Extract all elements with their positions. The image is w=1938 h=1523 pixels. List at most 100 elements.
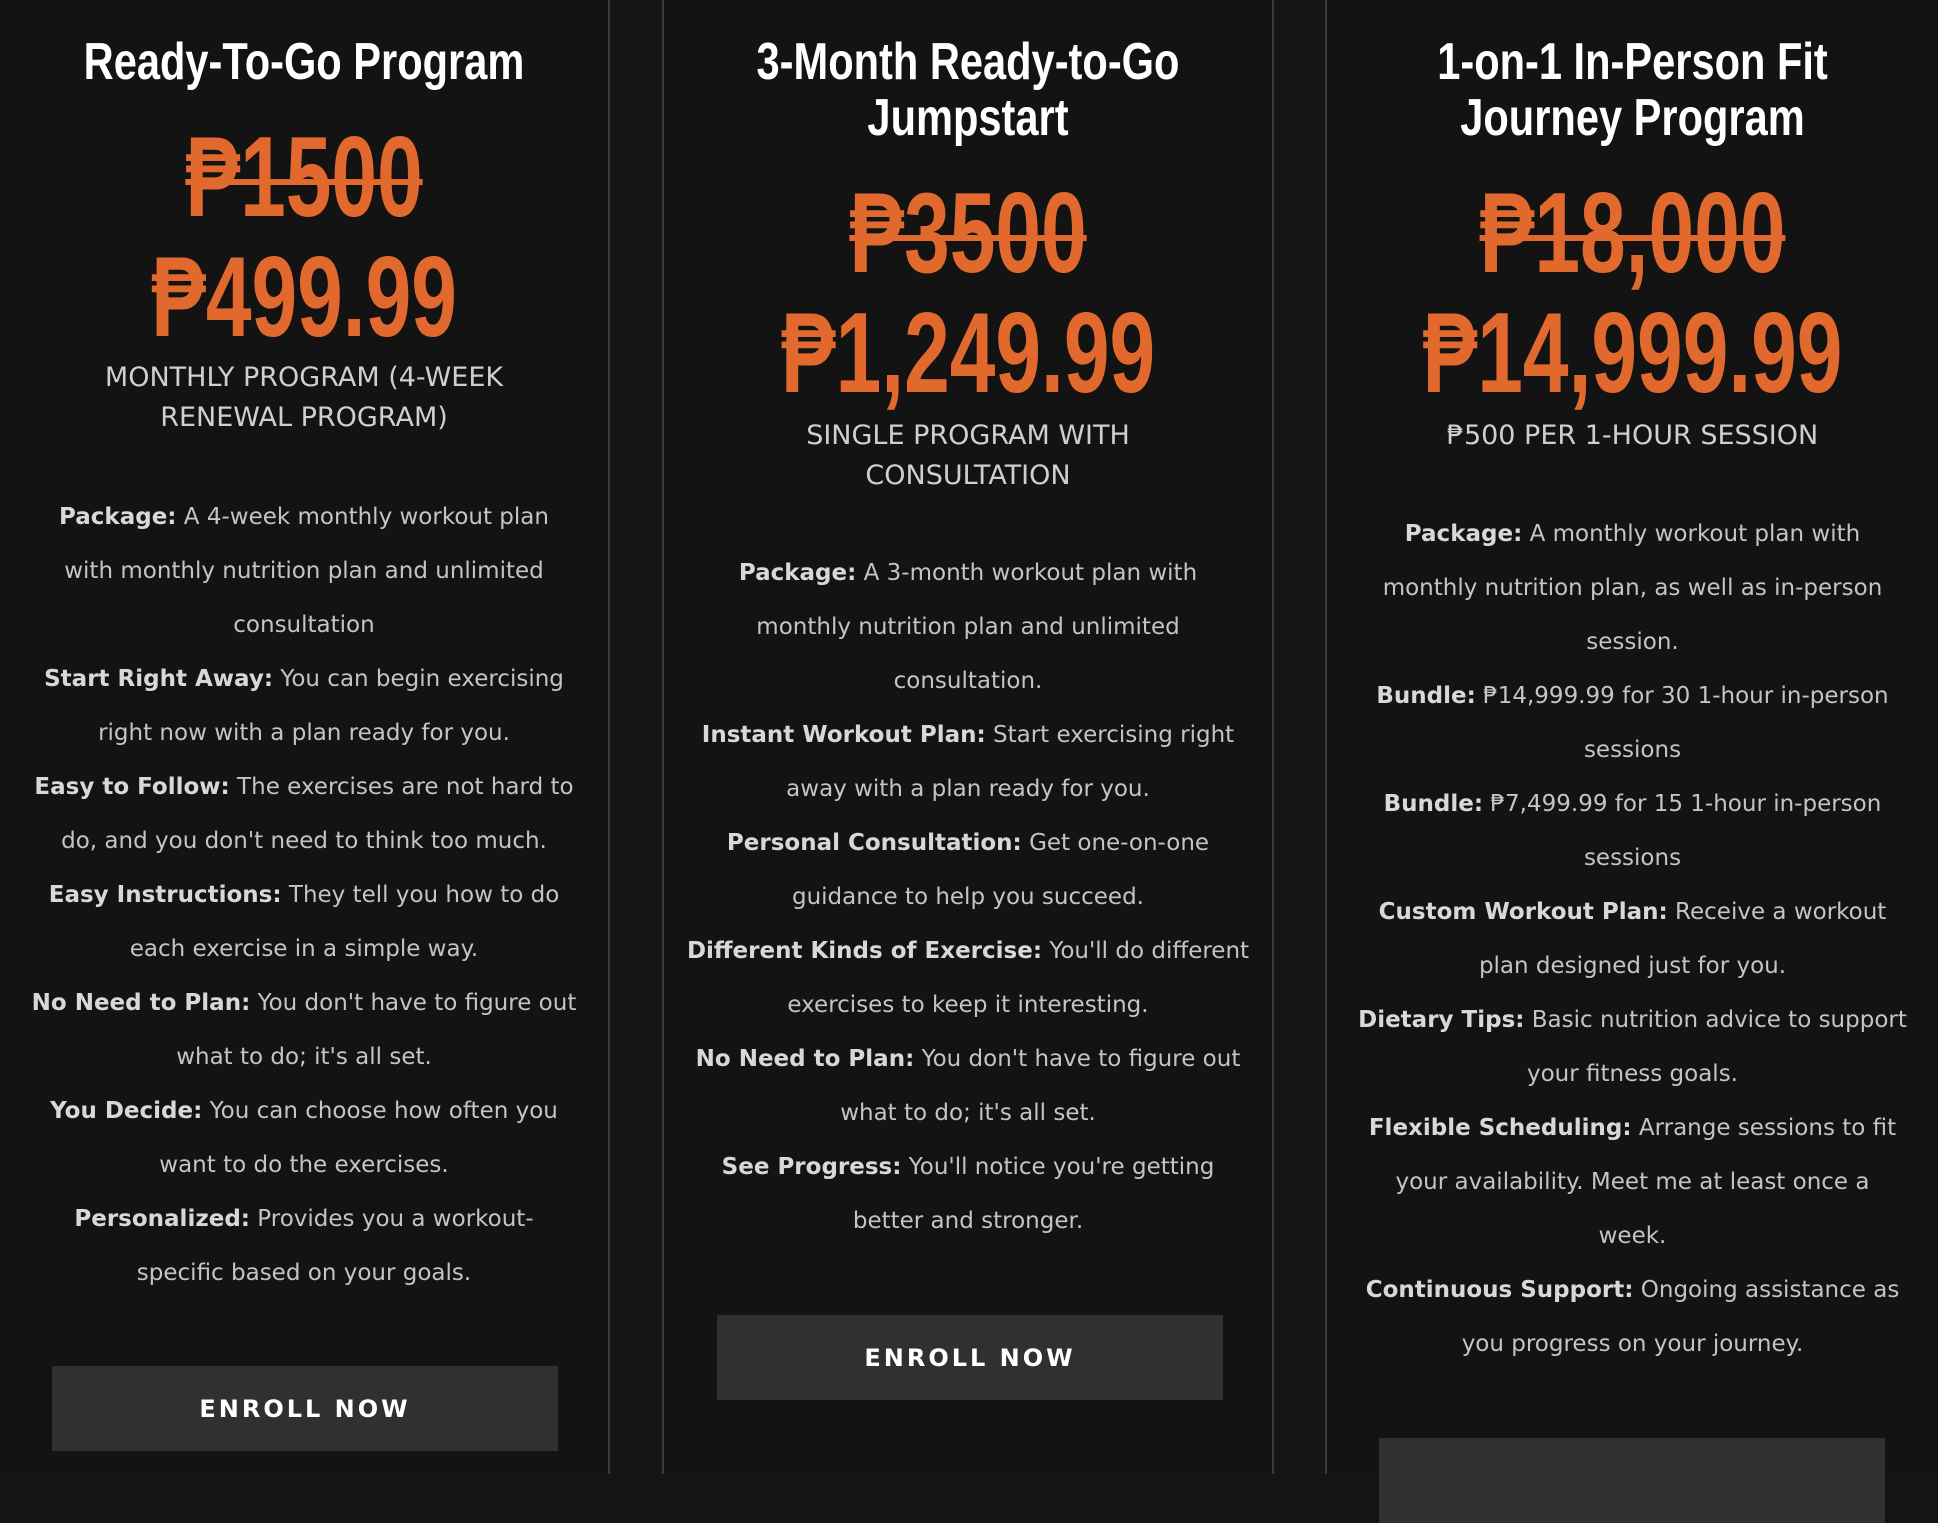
feature-line: Bundle: ₱14,999.99 for 30 1-hour in-pers… — [1327, 669, 1938, 723]
feature-text: do, and you don't need to think too much… — [61, 828, 547, 854]
feature-label: You Decide: — [50, 1098, 203, 1124]
feature-text: ₱7,499.99 for 15 1-hour in-person — [1483, 791, 1882, 817]
feature-text: want to do the exercises. — [159, 1152, 449, 1178]
feature-line: Easy to Follow: The exercises are not ha… — [0, 760, 608, 814]
pricing-card-3-month-jumpstart: 3-Month Ready-to-Go Jumpstart ₱3500 ₱1,249.… — [662, 0, 1274, 1474]
feature-text: specific based on your goals. — [136, 1260, 472, 1286]
feature-line: plan designed just for you. — [1327, 939, 1938, 993]
feature-line: No Need to Plan: You don't have to figur… — [0, 976, 608, 1030]
feature-text: guidance to help you succeed. — [791, 884, 1144, 910]
plan-title-line: Journey Program — [1460, 89, 1805, 147]
feature-text: consultation. — [893, 668, 1043, 694]
plan-subtitle-line: ₱500 PER 1-HOUR SESSION — [1446, 420, 1819, 451]
feature-text: They tell you how to do — [281, 882, 560, 908]
feature-text: what to do; it's all set. — [840, 1100, 1096, 1126]
feature-text: Get one-on-one — [1021, 830, 1210, 856]
feature-label: No Need to Plan: — [695, 1046, 915, 1072]
feature-line: Package: A monthly workout plan with — [1327, 507, 1938, 561]
enroll-now-button[interactable]: ENROLL NOW — [52, 1366, 558, 1451]
feature-text: each exercise in a simple way. — [129, 936, 479, 962]
feature-list: Package: A monthly workout plan with mont… — [1327, 507, 1938, 1371]
feature-text: Receive a workout — [1667, 899, 1887, 925]
enroll-now-button[interactable] — [1379, 1438, 1885, 1523]
plan-subtitle-line: MONTHLY PROGRAM (4-WEEK — [104, 362, 504, 393]
plan-subtitle-line: RENEWAL PROGRAM) — [160, 402, 448, 433]
plan-title: 1-on-1 In-Person Fit Journey Program — [1388, 34, 1877, 146]
feature-text: You'll notice you're getting — [901, 1154, 1215, 1180]
feature-line: consultation — [0, 598, 608, 652]
feature-line: what to do; it's all set. — [664, 1086, 1272, 1140]
feature-line: want to do the exercises. — [0, 1138, 608, 1192]
feature-text: monthly nutrition plan and unlimited — [756, 614, 1180, 640]
feature-label: Bundle: — [1376, 683, 1476, 709]
feature-line: consultation. — [664, 654, 1272, 708]
feature-line: better and stronger. — [664, 1194, 1272, 1248]
pricing-card-ready-to-go: Ready-To-Go Program ₱1500 ₱499.99 MONTHLY P… — [0, 0, 610, 1474]
plan-subtitle: MONTHLY PROGRAM (4-WEEK RENEWAL PROGRAM) — [84, 358, 524, 438]
feature-text: better and stronger. — [852, 1208, 1084, 1234]
feature-label: Personal Consultation: — [726, 830, 1022, 856]
feature-label: Flexible Scheduling: — [1368, 1115, 1632, 1141]
feature-label: Easy to Follow: — [34, 774, 230, 800]
feature-line: No Need to Plan: You don't have to figur… — [664, 1032, 1272, 1086]
feature-line: Flexible Scheduling: Arrange sessions to… — [1327, 1101, 1938, 1155]
feature-line: session. — [1327, 615, 1938, 669]
feature-text: Arrange sessions to fit — [1631, 1115, 1897, 1141]
feature-label: Package: — [59, 504, 177, 530]
feature-text: you progress on your journey. — [1461, 1331, 1804, 1357]
feature-label: Start Right Away: — [44, 666, 274, 692]
feature-label: Package: — [1404, 521, 1523, 547]
plan-title-line: 1-on-1 In-Person Fit — [1437, 33, 1828, 91]
feature-text: The exercises are not hard to — [229, 774, 574, 800]
feature-text: Provides you a workout- — [249, 1206, 534, 1232]
feature-line: Continuous Support: Ongoing assistance a… — [1327, 1263, 1938, 1317]
plan-subtitle-line: CONSULTATION — [865, 460, 1071, 491]
feature-label: Instant Workout Plan: — [701, 722, 986, 748]
feature-text: You'll do different — [1042, 938, 1250, 964]
original-price: ₱18,000 — [1479, 170, 1786, 297]
feature-label: See Progress: — [721, 1154, 902, 1180]
feature-text: Basic nutrition advice to support — [1524, 1007, 1907, 1033]
feature-text: A monthly workout plan with — [1522, 521, 1861, 547]
feature-text: You don't have to figure out — [250, 990, 577, 1016]
feature-line: Different Kinds of Exercise: You'll do d… — [664, 924, 1272, 978]
feature-text: A 4-week monthly workout plan — [176, 504, 549, 530]
feature-label: Dietary Tips: — [1358, 1007, 1525, 1033]
feature-line: your fitness goals. — [1327, 1047, 1938, 1101]
plan-subtitle: SINGLE PROGRAM WITH CONSULTATION — [748, 416, 1188, 496]
feature-label: Personalized: — [74, 1206, 250, 1232]
original-price: ₱3500 — [849, 170, 1087, 297]
feature-line: week. — [1327, 1209, 1938, 1263]
plan-title: 3-Month Ready-to-Go Jumpstart — [725, 34, 1211, 146]
feature-line: Package: A 4-week monthly workout plan — [0, 490, 608, 544]
feature-line: Easy Instructions: They tell you how to … — [0, 868, 608, 922]
feature-label: Custom Workout Plan: — [1378, 899, 1668, 925]
feature-label: Easy Instructions: — [48, 882, 282, 908]
feature-list: Package: A 3-month workout plan with mont… — [664, 546, 1272, 1248]
feature-text: your availability. Meet me at least once… — [1395, 1169, 1870, 1195]
feature-line: Instant Workout Plan: Start exercising r… — [664, 708, 1272, 762]
feature-line: what to do; it's all set. — [0, 1030, 608, 1084]
feature-label: Continuous Support: — [1365, 1277, 1634, 1303]
feature-text: You can begin exercising — [273, 666, 564, 692]
feature-line: guidance to help you succeed. — [664, 870, 1272, 924]
enroll-now-button[interactable]: ENROLL NOW — [717, 1315, 1223, 1400]
feature-line: monthly nutrition plan and unlimited — [664, 600, 1272, 654]
feature-text: away with a plan ready for you. — [786, 776, 1150, 802]
feature-line: your availability. Meet me at least once… — [1327, 1155, 1938, 1209]
feature-line: Personal Consultation: Get one-on-one — [664, 816, 1272, 870]
column-gap — [610, 0, 662, 1474]
feature-label: Package: — [738, 560, 857, 586]
feature-line: exercises to keep it interesting. — [664, 978, 1272, 1032]
plan-title-line: Jumpstart — [867, 89, 1069, 147]
feature-text: your fitness goals. — [1527, 1061, 1738, 1087]
feature-line: See Progress: You'll notice you're getti… — [664, 1140, 1272, 1194]
feature-label: No Need to Plan: — [31, 990, 251, 1016]
feature-line: Personalized: Provides you a workout- — [0, 1192, 608, 1246]
feature-text: Start exercising right — [985, 722, 1235, 748]
feature-text: You don't have to figure out — [914, 1046, 1241, 1072]
feature-text: with monthly nutrition plan and unlimite… — [64, 558, 544, 584]
feature-text: week. — [1598, 1223, 1667, 1249]
feature-line: with monthly nutrition plan and unlimite… — [0, 544, 608, 598]
feature-line: Custom Workout Plan: Receive a workout — [1327, 885, 1938, 939]
